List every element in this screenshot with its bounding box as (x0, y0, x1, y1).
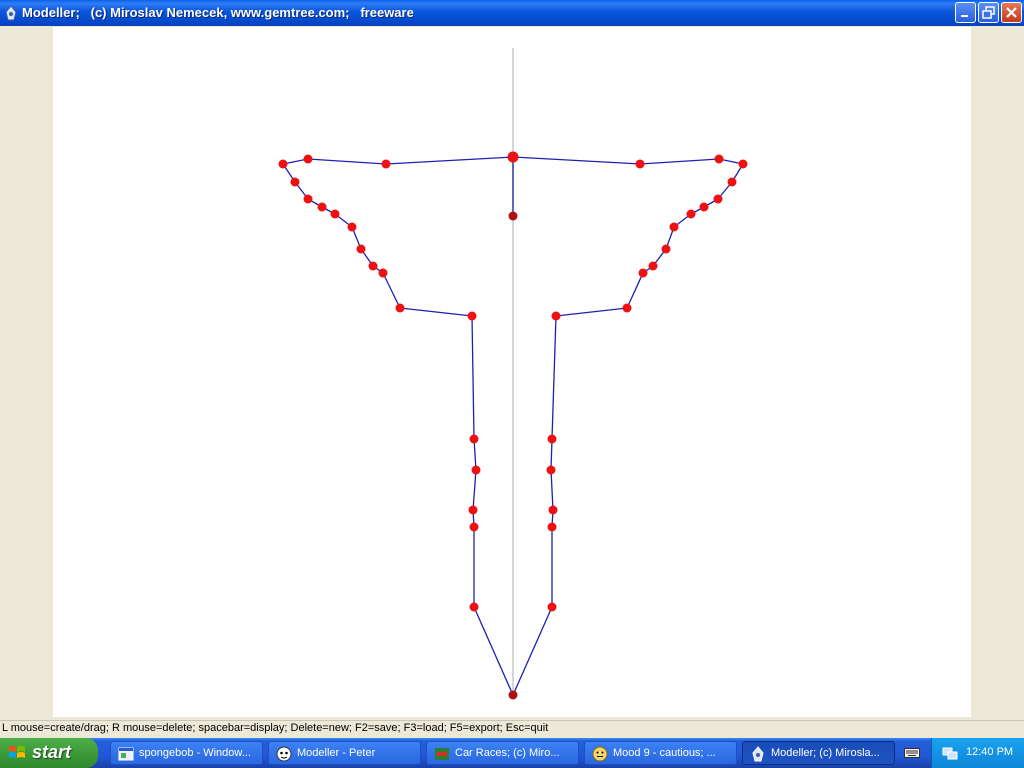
model-vertex[interactable] (547, 522, 557, 532)
model-drawing[interactable] (53, 27, 971, 717)
task-car-races[interactable]: Car Races; (c) Miro... (426, 741, 579, 765)
model-vertex[interactable] (469, 602, 479, 612)
model-vertex[interactable] (507, 151, 519, 163)
model-edge (473, 438, 477, 471)
modeller-app-icon[interactable] (4, 5, 18, 21)
model-vertex[interactable] (648, 261, 658, 271)
model-edge (639, 158, 720, 165)
status-help-text: L mouse=create/drag; R mouse=delete; spa… (2, 722, 549, 734)
window-icon (118, 747, 134, 761)
model-edge (307, 158, 387, 165)
title-bar[interactable]: Modeller; (c) Miroslav Nemecek, www.gemt… (0, 0, 1024, 26)
car-icon (435, 748, 449, 760)
model-vertex[interactable] (330, 209, 340, 219)
close-button[interactable] (1001, 2, 1022, 23)
system-tray: 12:40 PM (931, 738, 1024, 768)
model-vertex[interactable] (661, 244, 671, 254)
smiley-icon (592, 746, 608, 762)
model-vertex[interactable] (669, 222, 679, 232)
model-edge (473, 606, 514, 696)
model-vertex[interactable] (548, 505, 558, 515)
client-area (0, 26, 1024, 720)
model-vertex[interactable] (368, 261, 378, 271)
start-label: start (32, 742, 72, 762)
model-edge (382, 272, 401, 309)
model-edge (555, 307, 628, 317)
model-vertex[interactable] (638, 268, 648, 278)
model-vertex[interactable] (356, 244, 366, 254)
network-icon[interactable] (942, 745, 958, 761)
model-vertex[interactable] (713, 194, 723, 204)
model-edge (472, 469, 477, 511)
model-edge (512, 606, 553, 696)
model-vertex[interactable] (468, 505, 478, 515)
model-vertex[interactable] (303, 154, 313, 164)
model-edge (471, 315, 475, 440)
model-vertex[interactable] (278, 159, 288, 169)
status-bar: L mouse=create/drag; R mouse=delete; spa… (0, 720, 1024, 738)
model-vertex[interactable] (547, 434, 557, 444)
model-vertex[interactable] (551, 311, 561, 321)
minimize-button[interactable] (955, 2, 976, 23)
close-icon (1006, 7, 1017, 18)
task-label: Modeller; (c) Mirosla... (771, 747, 880, 759)
model-vertex[interactable] (317, 202, 327, 212)
task-label: Modeller - Peter (297, 747, 376, 759)
model-canvas[interactable] (53, 27, 971, 717)
model-vertex[interactable] (378, 268, 388, 278)
start-button[interactable]: start (0, 738, 98, 768)
model-vertex[interactable] (547, 602, 557, 612)
model-vertex[interactable] (508, 211, 518, 221)
task-label: Car Races; (c) Miro... (455, 747, 560, 759)
model-vertex[interactable] (727, 177, 737, 187)
model-edge (626, 272, 644, 309)
model-vertex[interactable] (546, 465, 556, 475)
model-edge (512, 156, 641, 165)
model-vertex[interactable] (635, 159, 645, 169)
model-vertex[interactable] (303, 194, 313, 204)
model-vertex[interactable] (290, 177, 300, 187)
model-edge (551, 315, 557, 440)
task-modeller-active[interactable]: Modeller; (c) Mirosla... (742, 741, 895, 765)
model-vertex[interactable] (714, 154, 724, 164)
model-vertex[interactable] (699, 202, 709, 212)
minimize-icon (961, 15, 968, 17)
task-label: spongebob - Window... (139, 747, 251, 759)
model-edge (550, 469, 554, 511)
model-edge (399, 307, 473, 317)
model-vertex[interactable] (738, 159, 748, 169)
taskbar: start spongebob - Window... Modeller - P… (0, 738, 1024, 768)
restore-icon (982, 6, 995, 19)
task-modeller-peter[interactable]: Modeller - Peter (268, 741, 421, 765)
task-mood[interactable]: Mood 9 - cautious; ... (584, 741, 737, 765)
windows-logo-icon (9, 746, 25, 758)
model-vertex[interactable] (471, 465, 481, 475)
task-spongebob[interactable]: spongebob - Window... (110, 741, 263, 765)
model-edge (385, 156, 514, 165)
window-title: Modeller; (c) Miroslav Nemecek, www.gemt… (22, 5, 414, 20)
model-vertex[interactable] (467, 311, 477, 321)
clock[interactable]: 12:40 PM (966, 746, 1013, 758)
model-vertex[interactable] (381, 159, 391, 169)
model-vertex[interactable] (395, 303, 405, 313)
model-vertex[interactable] (622, 303, 632, 313)
keyboard-icon[interactable] (904, 746, 920, 760)
task-label: Mood 9 - cautious; ... (613, 747, 716, 759)
model-vertex[interactable] (347, 222, 357, 232)
modeller-icon (752, 746, 764, 762)
model-edge (550, 438, 553, 471)
model-vertex[interactable] (469, 434, 479, 444)
model-vertex[interactable] (686, 209, 696, 219)
restore-button[interactable] (978, 2, 999, 23)
model-vertex[interactable] (469, 522, 479, 532)
model-vertex[interactable] (508, 690, 518, 700)
peter-icon (276, 746, 292, 762)
